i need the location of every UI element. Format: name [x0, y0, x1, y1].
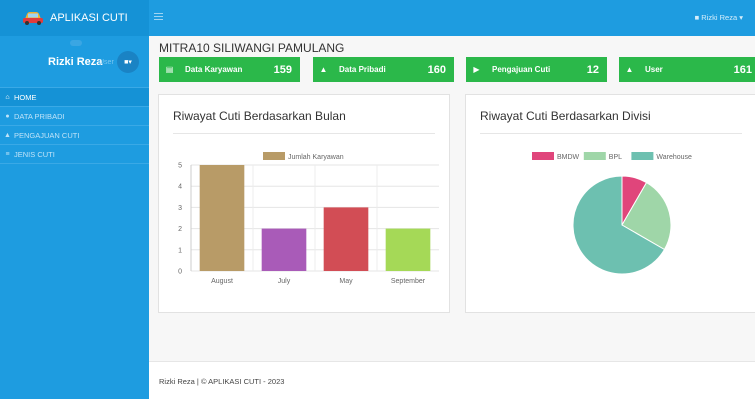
topbar-user-menu[interactable]: ■ Rizki Reza ▾ [695, 13, 743, 22]
stat-value: 160 [427, 63, 446, 76]
x-tick-label: May [339, 278, 353, 285]
stat-value: 161 [733, 63, 752, 76]
x-tick-label: September [391, 278, 426, 285]
nav-item-jenis-cuti[interactable]: ≡ JENIS CUTI [0, 145, 149, 164]
user-role: User [99, 59, 114, 66]
bar [323, 207, 369, 271]
legend-label: Jumlah Karyawan [288, 154, 344, 161]
nav-item-data-pribadi[interactable]: ● DATA PRIBADI [0, 107, 149, 126]
x-tick-label: August [211, 278, 233, 285]
topbar: ■ Rizki Reza ▾ [149, 0, 755, 36]
caret-down-icon: ▾ [739, 13, 743, 22]
stat-value: 159 [273, 63, 292, 76]
legend-swatch [631, 152, 654, 160]
footer-text: Rizki Reza | © APLIKASI CUTI - 2023 [159, 377, 285, 386]
stat-card-user[interactable]: ▲ User 161 [619, 57, 755, 82]
footer: Rizki Reza | © APLIKASI CUTI - 2023 [149, 361, 755, 399]
bar-chart-panel: Riwayat Cuti Berdasarkan Bulan Jumlah Ka… [158, 94, 450, 313]
database-icon: ▤ [165, 65, 174, 74]
y-tick-label: 3 [178, 205, 182, 212]
y-tick-label: 1 [178, 247, 182, 254]
user-dropdown-button[interactable]: ■▾ [117, 51, 139, 73]
user-icon: ● [5, 112, 10, 120]
legend-swatch [532, 152, 554, 160]
legend-swatch [583, 152, 606, 160]
stat-card-data-karyawan[interactable]: ▤ Data Karyawan 159 [159, 57, 300, 82]
nav-item-label: PENGAJUAN CUTI [14, 130, 80, 140]
y-tick-label: 2 [178, 226, 182, 233]
stat-label: Pengajuan Cuti [492, 65, 551, 74]
pie-chart-panel: Riwayat Cuti Berdasarkan Divisi BMDW BPL W… [465, 94, 755, 313]
stat-label: Data Karyawan [185, 65, 243, 74]
stat-value: 12 [586, 63, 599, 76]
user-icon: ▲ [625, 65, 634, 74]
bar [199, 165, 245, 271]
user-name: Rizki Reza [48, 56, 103, 68]
car-icon: ▲ [4, 131, 11, 139]
legend-swatch [263, 152, 285, 160]
home-icon: ⌂ [5, 93, 10, 101]
list-icon: ≡ [5, 150, 10, 158]
x-tick-label: July [278, 278, 291, 285]
stat-card-data-pribadi[interactable]: ▲ Data Pribadi 160 [313, 57, 454, 82]
bar-chart: Jumlah Karyawan 0 1 2 3 4 5 August July May Septem… [178, 152, 439, 285]
nav-item-pengajuan-cuti[interactable]: ▲ PENGAJUAN CUTI [0, 126, 149, 145]
bar [261, 228, 307, 271]
user-status-dot [70, 40, 82, 46]
nav-item-label: JENIS CUTI [14, 149, 55, 159]
pie-chart: BMDW BPL Warehouse [532, 152, 692, 275]
stat-label: User [645, 65, 663, 74]
stat-label: Data Pribadi [339, 65, 386, 74]
page-title: MITRA10 SILIWANGI PAMULANG [159, 41, 345, 55]
user-icon: ■ [694, 13, 700, 22]
stat-card-pengajuan-cuti[interactable]: ▶ Pengajuan Cuti 12 [466, 57, 607, 82]
menu-toggle-icon[interactable] [154, 13, 163, 21]
car-icon [23, 12, 43, 25]
nav-item-label: DATA PRIBADI [14, 111, 65, 121]
nav-menu: ⌂ HOME ● DATA PRIBADI ▲ PENGAJUAN CUTI ≡… [0, 88, 149, 164]
legend-label: Warehouse [656, 154, 692, 161]
brand[interactable]: APLIKASI CUTI [0, 0, 149, 36]
y-tick-label: 0 [178, 269, 182, 276]
brand-title: APLIKASI CUTI [50, 12, 128, 24]
nav-item-home[interactable]: ⌂ HOME [0, 88, 149, 107]
user-icon: ▲ [319, 65, 328, 74]
legend-label: BPL [609, 154, 622, 161]
legend-label: BMDW [557, 154, 580, 161]
y-tick-label: 5 [178, 163, 182, 170]
topbar-user-name: Rizki Reza [701, 13, 738, 22]
y-tick-label: 4 [178, 184, 182, 191]
bar [385, 228, 431, 271]
sidebar: APLIKASI CUTI Rizki Reza User ■▾ ⌂ HOME … [0, 0, 149, 399]
user-panel: Rizki Reza User ■▾ [0, 36, 149, 88]
car-icon: ▶ [473, 65, 480, 74]
nav-item-label: HOME [14, 92, 37, 102]
